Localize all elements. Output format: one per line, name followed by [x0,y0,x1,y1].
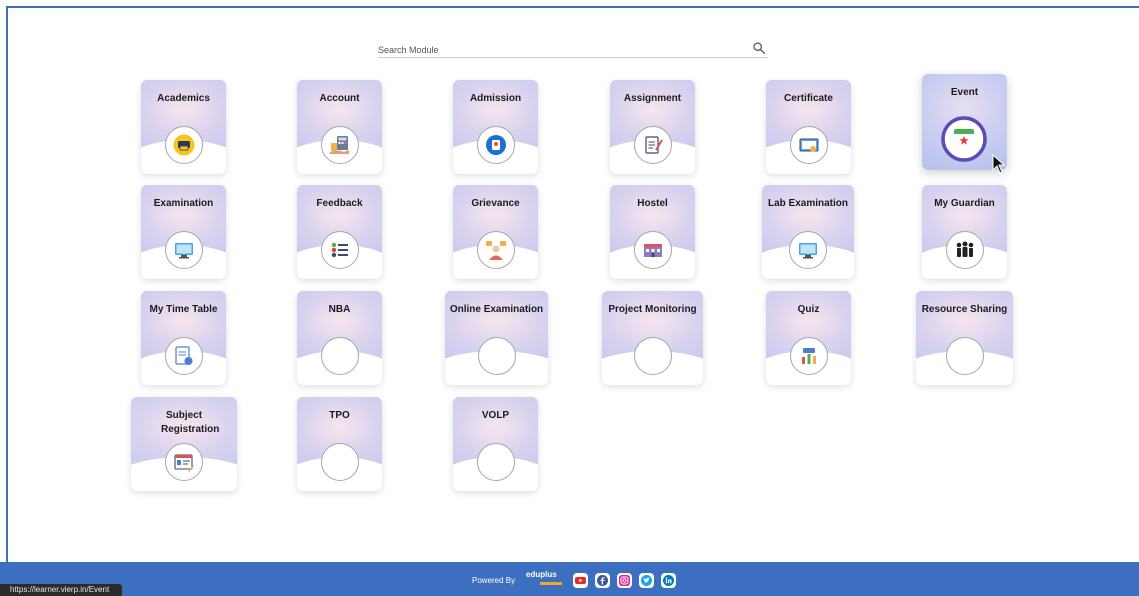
person-speech-icon [485,241,506,260]
document-clock-icon [174,346,192,365]
admission-icon [485,135,506,155]
module-label: Project Monitoring [608,304,697,315]
module-label: My Time Table [149,304,218,315]
youtube-icon[interactable] [573,573,588,588]
module-card-academics[interactable]: Academics [141,80,226,174]
module-card-feedback[interactable]: Feedback [297,185,382,279]
module-card-my-guardian[interactable]: My Guardian [922,185,1007,279]
module-grid: Academics Account Admission Assignment C… [0,0,1139,560]
module-icon-circle [633,231,672,269]
module-label: My Guardian [934,198,995,209]
module-card-certificate[interactable]: Certificate [766,80,851,174]
module-icon-circle [164,337,203,375]
printer-icon [173,134,194,156]
module-icon-circle [789,231,827,269]
checklist-icon [331,242,348,258]
module-icon-circle [320,337,359,375]
twitter-icon[interactable] [639,573,654,588]
building-icon [643,244,662,257]
module-card-subject-registration[interactable]: Subject Registration [131,397,237,491]
module-label: Grievance [471,198,520,209]
module-card-volp[interactable]: VOLP [453,397,538,491]
calculator-icon [329,136,349,154]
module-icon-circle [476,126,515,164]
module-label: Admission [469,93,522,104]
module-label: Certificate [784,93,833,104]
certificate-icon [799,138,818,152]
module-card-resource-sharing[interactable]: Resource Sharing [916,291,1013,385]
module-label: TPO [329,410,350,421]
module-card-account[interactable]: Account [297,80,382,174]
module-card-project-monitoring[interactable]: Project Monitoring [602,291,703,385]
module-card-tpo[interactable]: TPO [297,397,382,491]
monitor-icon [799,243,817,259]
module-label: VOLP [481,410,510,421]
module-label: Assignment [623,93,682,104]
quiz-icon [801,348,816,364]
module-card-admission[interactable]: Admission [453,80,538,174]
module-icon-circle [633,126,672,164]
module-icon-circle [320,126,359,164]
module-card-grievance[interactable]: Grievance [453,185,538,279]
module-icon-circle [320,231,359,269]
module-label: Subject Registration [161,410,220,435]
module-label: Lab Examination [767,198,848,209]
monitor-icon [174,243,193,259]
module-icon-circle [164,126,203,164]
clipboard-icon [644,136,663,154]
footer: Powered By eduplus [0,562,1139,596]
module-label: Online Examination [449,304,544,315]
module-icon-circle [320,443,359,481]
status-bar-url: https://learner.vierp.in/Event [0,584,122,596]
facebook-icon[interactable] [595,573,610,588]
linkedin-icon[interactable] [661,573,676,588]
brand-logo-bar [540,582,562,585]
module-label: Account [319,93,360,104]
module-icon-circle [945,231,984,269]
module-card-examination[interactable]: Examination [141,185,226,279]
mouse-cursor-icon [992,154,1006,174]
module-card-online-examination[interactable]: Online Examination [445,291,548,385]
module-card-hostel[interactable]: Hostel [610,185,695,279]
powered-by-text: Powered By [472,576,516,585]
registration-form-icon [174,454,194,472]
instagram-icon[interactable] [617,573,632,588]
module-card-lab-examination[interactable]: Lab Examination [762,185,854,279]
family-icon [956,241,973,257]
module-card-my-time-table[interactable]: My Time Table [141,291,226,385]
module-card-assignment[interactable]: Assignment [610,80,695,174]
brand-logo[interactable]: eduplus [526,570,557,579]
module-icon-circle [164,231,203,269]
module-card-nba[interactable]: NBA [297,291,382,385]
module-label: Examination [153,198,214,209]
module-card-quiz[interactable]: Quiz [766,291,851,385]
module-label: Hostel [637,198,668,209]
module-icon-circle [165,443,203,481]
module-label: Feedback [316,198,363,209]
module-icon-circle [476,443,515,481]
module-label: Resource Sharing [921,304,1008,315]
module-icon-circle [789,126,828,164]
calendar-event-icon [941,116,987,162]
module-icon-circle [477,337,516,375]
module-label: Academics [157,93,210,104]
module-icon-circle [945,337,984,375]
module-label: Event [950,87,979,98]
module-icon-circle [633,337,672,375]
module-icon-circle [476,231,515,269]
module-label: Quiz [797,304,820,315]
module-label: NBA [328,304,351,315]
module-icon-circle [789,337,828,375]
